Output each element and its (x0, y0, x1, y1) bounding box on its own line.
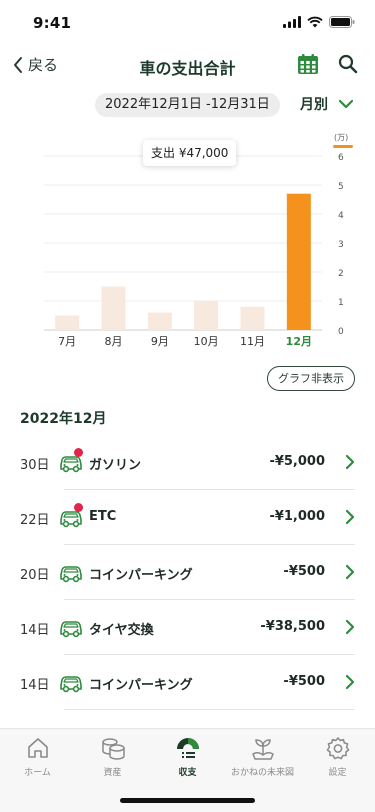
tab-cashflow[interactable]: 収支 (150, 735, 225, 783)
tab-label: 収支 (178, 768, 197, 778)
transaction-day: 14日 (20, 623, 50, 638)
signal-icon (283, 16, 301, 28)
transaction-day: 30日 (20, 458, 50, 473)
transaction-name: コインパーキング (89, 568, 193, 583)
status-icons (283, 16, 355, 28)
y-tick-label: 3 (338, 240, 344, 250)
row-divider (64, 709, 355, 710)
transaction-name: タイヤ交換 (89, 623, 154, 638)
chart-bar[interactable] (101, 286, 126, 331)
transaction-amount: -¥1,000 (269, 509, 325, 524)
car-icon (60, 621, 82, 638)
wifi-icon (307, 16, 323, 28)
transaction-amount: -¥500 (283, 674, 325, 689)
transaction-amount: -¥500 (283, 564, 325, 579)
coins-icon (101, 738, 125, 760)
calendar-icon (298, 54, 318, 74)
nav-header: 戻る 車の支出合計 (0, 44, 375, 88)
legend-marker (333, 145, 353, 148)
date-range-pill[interactable]: 2022年12月1日 -12月31日 (95, 93, 280, 117)
transaction-row[interactable]: 22日 ETC -¥1,000 (0, 490, 375, 545)
tab-label: ホーム (24, 768, 51, 778)
search-icon (338, 54, 358, 74)
battery-icon (329, 16, 355, 28)
x-tick-label: 8月 (105, 335, 123, 348)
y-tick-label: 2 (338, 269, 344, 279)
transaction-name: ガソリン (89, 458, 142, 473)
y-tick-label: 6 (338, 153, 344, 163)
transaction-name: コインパーキング (89, 678, 193, 693)
home-indicator (120, 798, 255, 803)
x-tick-label: 7月 (58, 335, 76, 348)
cashflow-icon (176, 738, 199, 758)
tab-future[interactable]: おかねの未来図 (225, 735, 300, 783)
y-tick-label: 0 (338, 327, 344, 337)
chart-tooltip: 支出 ¥47,000 (143, 140, 237, 166)
calendar-button[interactable] (296, 52, 320, 76)
y-tick-label: 5 (338, 182, 344, 192)
unit-label: (万) (334, 133, 348, 142)
x-tick-label: 11月 (240, 335, 265, 348)
transaction-amount: -¥38,500 (260, 619, 325, 634)
transaction-day: 20日 (20, 568, 50, 583)
status-time: 9:41 (33, 14, 72, 32)
chevron-right-icon (345, 674, 355, 690)
chart-bar[interactable] (286, 193, 311, 330)
x-tick-label: 9月 (151, 335, 169, 348)
unread-dot (74, 503, 83, 512)
chart-bar[interactable] (194, 301, 219, 330)
y-tick-label: 4 (338, 211, 344, 221)
transaction-amount: -¥5,000 (269, 454, 325, 469)
status-bar: 9:41 (0, 0, 375, 44)
tab-label: おかねの未来図 (230, 768, 294, 778)
gear-icon (326, 737, 349, 760)
chart-bar[interactable] (55, 315, 80, 331)
month-heading: 2022年12月 (20, 411, 107, 427)
transaction-row[interactable]: 30日 ガソリン -¥5,000 (0, 435, 375, 490)
car-icon (60, 676, 82, 693)
transaction-list: 30日 ガソリン -¥5,000 22日 ETC -¥1,000 20日 コイン… (0, 435, 375, 710)
tab-settings[interactable]: 設定 (300, 735, 375, 783)
transaction-day: 22日 (20, 513, 50, 528)
transaction-row[interactable]: 14日 タイヤ交換 -¥38,500 (0, 600, 375, 655)
chart-bar[interactable] (240, 306, 265, 330)
search-button[interactable] (336, 52, 360, 76)
tab-home[interactable]: ホーム (0, 735, 75, 783)
transaction-day: 14日 (20, 678, 50, 693)
home-icon (27, 738, 48, 758)
transaction-name: ETC (89, 509, 117, 524)
chevron-right-icon (345, 454, 355, 470)
tab-assets[interactable]: 資産 (75, 735, 150, 783)
y-tick-label: 1 (338, 298, 344, 308)
unread-dot (74, 448, 83, 457)
tab-label: 資産 (103, 768, 122, 778)
hide-graph-button[interactable]: グラフ非表示 (267, 366, 355, 391)
x-tick-label: 12月 (286, 335, 312, 348)
transaction-row[interactable]: 20日 コインパーキング -¥500 (0, 545, 375, 600)
transaction-row[interactable]: 14日 コインパーキング -¥500 (0, 655, 375, 710)
chevron-right-icon (345, 564, 355, 580)
chevron-right-icon (345, 509, 355, 525)
car-icon (60, 566, 82, 583)
period-mode-label: 月別 (300, 97, 328, 113)
chart-bar[interactable] (147, 312, 172, 330)
x-tick-label: 10月 (194, 335, 219, 348)
period-mode-selector[interactable]: 月別 (300, 94, 354, 114)
chevron-right-icon (345, 619, 355, 635)
sprout-icon (251, 739, 274, 760)
tab-label: 設定 (328, 768, 347, 778)
chevron-down-icon (338, 99, 354, 109)
